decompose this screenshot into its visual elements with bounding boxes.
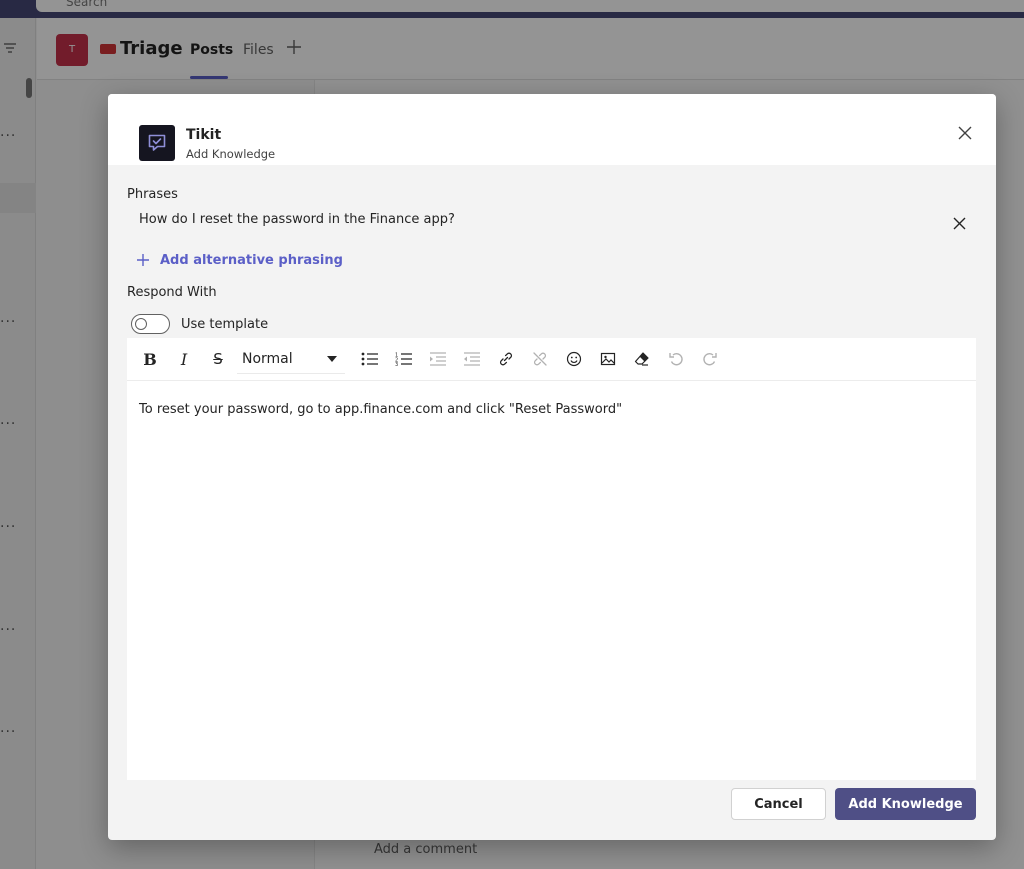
add-alt-label: Add alternative phrasing	[160, 252, 343, 268]
editor-content[interactable]: To reset your password, go to app.financ…	[139, 402, 622, 417]
add-knowledge-dialog: Tikit Add Knowledge Phrases How do I res…	[108, 94, 996, 840]
close-dialog-button[interactable]	[954, 122, 976, 144]
outdent-icon	[464, 352, 480, 366]
phrases-label: Phrases	[127, 187, 178, 202]
caret-down-icon	[327, 355, 337, 362]
remove-phrase-button[interactable]	[949, 213, 969, 233]
unlink-icon	[533, 352, 547, 366]
close-icon	[958, 126, 972, 140]
cancel-button[interactable]: Cancel	[731, 788, 826, 820]
dialog-header: Tikit Add Knowledge	[108, 94, 996, 165]
clear-formatting-button[interactable]	[625, 344, 659, 374]
outdent-button[interactable]	[455, 344, 489, 374]
numbered-list-button[interactable]: 123	[387, 344, 421, 374]
indent-button[interactable]	[421, 344, 455, 374]
respond-with-label: Respond With	[127, 285, 217, 300]
redo-button[interactable]	[693, 344, 727, 374]
image-icon	[600, 352, 616, 366]
phrase-item[interactable]: How do I reset the password in the Finan…	[139, 212, 455, 227]
eraser-icon	[634, 352, 649, 366]
strikethrough-button[interactable]: S	[201, 344, 235, 374]
emoji-icon	[566, 351, 582, 367]
add-knowledge-button[interactable]: Add Knowledge	[835, 788, 976, 820]
numbered-list-icon: 123	[395, 353, 412, 366]
plus-icon	[134, 251, 152, 269]
indent-icon	[430, 352, 446, 366]
bullet-list-icon	[361, 352, 378, 366]
use-template-row: Use template	[131, 314, 268, 334]
use-template-label: Use template	[181, 316, 269, 332]
remove-link-button[interactable]	[523, 344, 557, 374]
italic-button[interactable]: I	[167, 344, 201, 374]
text-format-select[interactable]: Normal	[237, 344, 345, 374]
add-alternative-phrasing-button[interactable]: Add alternative phrasing	[134, 250, 343, 270]
link-icon	[500, 352, 512, 366]
dialog-subtitle: Add Knowledge	[186, 147, 276, 161]
editor-toolbar: B I S Normal 123	[127, 338, 976, 381]
bold-button[interactable]: B	[133, 344, 167, 374]
undo-button[interactable]	[659, 344, 693, 374]
rich-text-editor: B I S Normal 123 To reset your password,…	[127, 338, 976, 780]
emoji-button[interactable]	[557, 344, 591, 374]
tikit-logo-icon	[139, 125, 175, 161]
svg-text:3: 3	[395, 362, 398, 366]
undo-icon	[669, 353, 683, 366]
text-format-value: Normal	[242, 350, 293, 367]
use-template-toggle[interactable]	[131, 314, 170, 334]
bullet-list-button[interactable]	[353, 344, 387, 374]
close-icon	[953, 217, 965, 229]
toggle-knob	[135, 318, 147, 330]
app-name: Tikit	[186, 127, 222, 143]
insert-image-button[interactable]	[591, 344, 625, 374]
insert-link-button[interactable]	[489, 344, 523, 374]
redo-icon	[703, 353, 717, 366]
